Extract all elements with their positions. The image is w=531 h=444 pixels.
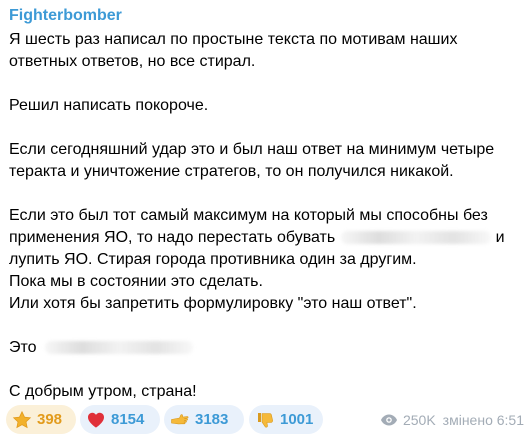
spoiler-text[interactable] [44,341,193,355]
text-line-with-spoiler: Это [9,337,525,359]
reaction-count: 3183 [195,410,229,428]
paragraph-6: С добрым утром, страна! [9,381,525,403]
spoiler-text[interactable] [341,231,492,245]
thumbs-down-icon [255,410,275,430]
eye-icon [380,413,398,427]
text-fragment: и [495,229,505,246]
reaction-heart[interactable]: 8154 [80,405,160,434]
post-meta: 250K змінено 6:51 [380,410,524,430]
text-line: Я шесть раз написал по простыне текста п… [9,31,458,48]
reaction-count: 8154 [111,410,145,428]
view-count: 250K [402,412,436,428]
reaction-count: 398 [37,410,63,428]
text-fragment: Это [9,339,37,356]
text-line: С добрым утром, страна! [9,383,197,400]
paragraph-3: Если сегодняшний удар это и был наш отве… [9,139,525,183]
paragraph-5: Это [9,337,525,359]
paragraph-4: Если это был тот самый максимум на котор… [9,205,525,315]
heart-icon [86,410,106,430]
reaction-thumbs-down[interactable]: 1001 [249,405,323,434]
text-line: Или хотя бы запретить формулировку "это … [9,295,417,312]
reaction-star[interactable]: 398 [6,405,76,434]
text-line: Если это был тот самый максимум на котор… [9,207,488,224]
text-fragment: применения ЯО, то надо перестать обувать [9,229,336,246]
star-icon [12,410,32,430]
hand-icon [170,410,190,430]
text-line: Пока мы в состоянии это сделать. [9,273,263,290]
paragraph-1: Я шесть раз написал по простыне текста п… [9,29,525,73]
post-text: Я шесть раз написал по простыне текста п… [9,29,525,403]
text-line: теракта и уничтожение стратегов, то он п… [9,163,454,180]
reaction-count: 1001 [280,410,314,428]
text-line: Решил написать покороче. [9,97,209,114]
text-line: Если сегодняшний удар это и был наш отве… [9,141,495,158]
text-line-with-spoiler: применения ЯО, то надо перестать обувать… [9,227,525,249]
post-author[interactable]: Fighterbomber [9,5,122,27]
post-footer: 398 8154 3183 1001 250K змінено 6:51 [6,405,526,435]
text-line: ответных ответов, но все стирал. [9,53,256,70]
reaction-hand[interactable]: 3183 [164,405,244,434]
edited-timestamp: змінено 6:51 [442,412,524,428]
channel-post: Fighterbomber Я шесть раз написал по про… [0,0,531,444]
text-line: лупить ЯО. Стирая города противника один… [9,251,417,268]
paragraph-2: Решил написать покороче. [9,95,525,117]
